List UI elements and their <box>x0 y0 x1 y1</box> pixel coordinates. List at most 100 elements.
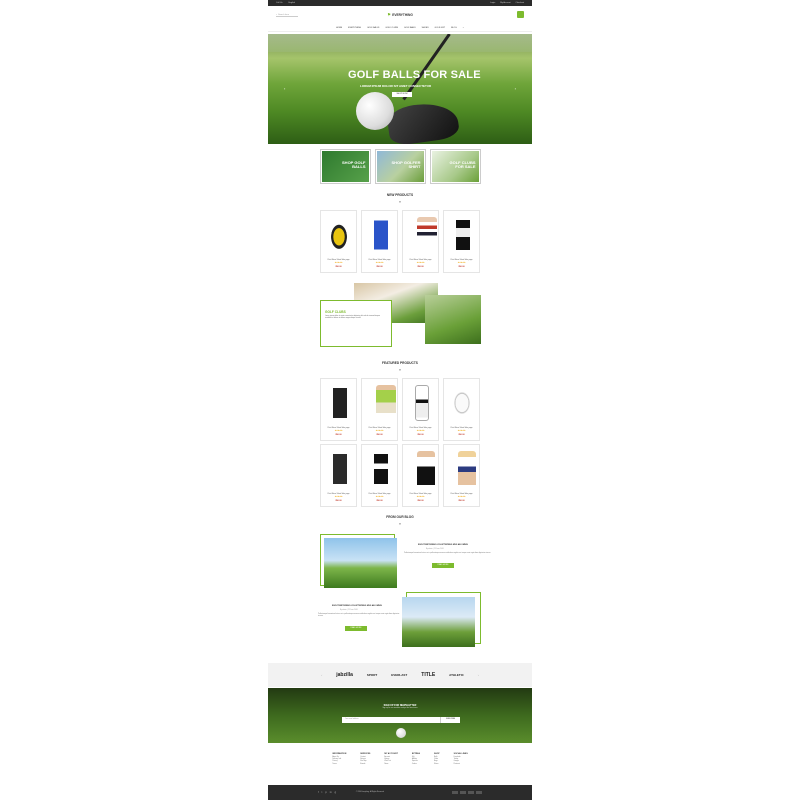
product-card[interactable]: Print Mens Short Sale yoga ★★★★★ $90.00 <box>443 444 480 507</box>
nav-item-blog[interactable]: BLOG <box>451 27 457 29</box>
blog-post-title[interactable]: EIUS TEMPORIBUS VOLUPTATIBUS MUS AB OMNI… <box>418 544 468 546</box>
banner-golfer-shirt[interactable]: SHOP GOLFER SHIRT <box>374 149 426 184</box>
nav-item-golf-balls[interactable]: GOLF BALLS <box>367 27 379 29</box>
footer-link[interactable]: News <box>384 764 397 765</box>
nav-item-home[interactable]: HOME <box>336 27 342 29</box>
banner-golf-balls[interactable]: SHOP GOLF BALLS <box>319 149 371 184</box>
language-selector[interactable]: English <box>288 2 295 4</box>
product-card[interactable]: Print Mens Short Sale yoga ★★★★★ $90.00 <box>320 210 357 273</box>
my-account-link[interactable]: My Account <box>500 2 510 4</box>
featured-products-row-2: Print Mens Short Sale yoga ★★★★★ $90.00 Pr… <box>268 444 532 507</box>
google-plus-icon[interactable]: g <box>335 791 336 794</box>
brand-logo[interactable]: EVERLAST <box>391 673 407 677</box>
product-card[interactable]: Print Mens Short Sale yoga ★★★★★ $90.00 <box>402 378 439 441</box>
logo[interactable]: ⚑ EVERYTHING <box>387 13 413 18</box>
slider-next-icon[interactable]: › <box>515 86 516 91</box>
footer-link[interactable]: Bags <box>434 761 440 762</box>
nav-item-golf-gift[interactable]: GOLF GIFT <box>435 27 446 29</box>
new-products-grid: Print Mens Short Sale yoga ★★★★★ $90.00 Pr… <box>268 210 532 273</box>
footer-link[interactable]: Account <box>384 757 397 758</box>
glove-image <box>325 217 352 253</box>
product-name[interactable]: Print Mens Short Sale yoga <box>321 493 356 495</box>
product-price: $90.00 <box>417 434 424 436</box>
brands-prev-icon[interactable]: ‹ <box>321 673 322 677</box>
footer-link[interactable]: Brands <box>360 764 370 765</box>
footer-column: SOCIAL LINKS Facebook Twitter Google Pintere… <box>454 753 468 785</box>
product-name[interactable]: Print Mens Short Sale yoga <box>321 259 356 261</box>
nav-item-golf-clubs[interactable]: GOLF CLUBS <box>385 27 398 29</box>
read-more-button[interactable]: READ MORE <box>345 626 367 631</box>
footer-column: SHOP Balls Clubs Bags Shoes <box>434 753 440 785</box>
product-card[interactable]: Print Mens Short Sale yoga ★★★★★ $90.00 <box>361 444 398 507</box>
blog-photo[interactable] <box>402 592 481 647</box>
product-name[interactable]: Print Mens Short Sale yoga <box>403 493 438 495</box>
logo-text: EVERYTHING <box>392 13 413 17</box>
product-name[interactable]: Print Mens Short Sale yoga <box>444 427 479 429</box>
footer-link[interactable]: Wish List <box>384 761 397 762</box>
product-name[interactable]: Print Mens Short Sale yoga <box>403 259 438 261</box>
brand-logo[interactable]: SPORT <box>367 673 377 677</box>
product-card[interactable]: Print Mens Short Sale yoga ★★★★★ $90.00 <box>361 210 398 273</box>
brand-logo[interactable]: ATHLETIC <box>449 673 464 677</box>
footer-link[interactable]: Privacy <box>332 761 346 762</box>
footer-heading: INFORMATION <box>332 753 347 755</box>
product-card[interactable]: Print Mens Short Sale yoga ★★★★★ $90.00 <box>320 378 357 441</box>
banner-golf-clubs[interactable]: GOLF CLUBS FOR SALE <box>429 149 481 184</box>
search-box[interactable]: ⌕ Search here <box>276 13 298 17</box>
footer-link[interactable]: Shoes <box>434 764 440 765</box>
nav-search-icon[interactable]: ⌕ <box>463 27 464 29</box>
linkedin-icon[interactable]: in <box>330 791 332 794</box>
paypal-icon <box>468 791 474 794</box>
newsletter-email-input[interactable]: Your email address <box>342 717 440 723</box>
product-card[interactable]: Print Mens Short Sale yoga ★★★★★ $90.00 <box>402 210 439 273</box>
footer-link[interactable]: Contact <box>360 757 370 758</box>
product-name[interactable]: Print Mens Short Sale yoga <box>362 259 397 261</box>
footer-link[interactable]: Terms <box>332 764 346 765</box>
read-more-button[interactable]: READ MORE <box>432 563 454 568</box>
login-link[interactable]: Login <box>490 2 495 4</box>
golf-bag-image <box>374 451 388 487</box>
brand-logo[interactable]: jabzilla <box>336 672 353 678</box>
pinterest-icon[interactable]: p <box>325 791 326 794</box>
blog-post-title[interactable]: EIUS TEMPORIBUS VOLUPTATIBUS MUS AB OMNI… <box>332 605 382 607</box>
footer-link[interactable]: About Us <box>332 757 346 758</box>
golf-bag-image <box>456 217 470 253</box>
brands-next-icon[interactable]: › <box>478 673 479 677</box>
blog-photo[interactable] <box>320 534 397 588</box>
product-name[interactable]: Print Mens Short Sale yoga <box>444 493 479 495</box>
footer-link[interactable]: Facebook <box>454 757 468 758</box>
footer-link[interactable]: Pinterest <box>454 764 468 765</box>
product-name[interactable]: Print Mens Short Sale yoga <box>403 427 438 429</box>
product-card[interactable]: Print Mens Short Sale yoga ★★★★★ $90.00 <box>443 378 480 441</box>
nav-item-shoes[interactable]: SHOES <box>422 27 429 29</box>
call-us-link[interactable]: Call Us <box>276 2 282 4</box>
footer-link[interactable]: Specials <box>412 761 420 762</box>
product-name[interactable]: Print Mens Short Sale yoga <box>321 427 356 429</box>
product-card[interactable]: Print Mens Short Sale yoga ★★★★★ $90.00 <box>361 378 398 441</box>
cart-icon[interactable] <box>517 11 524 18</box>
footer-link[interactable]: Site Map <box>360 761 370 762</box>
checkout-link[interactable]: Checkout <box>516 2 524 4</box>
product-name[interactable]: Print Mens Short Sale yoga <box>444 259 479 261</box>
twitter-icon[interactable]: t <box>322 791 323 794</box>
product-name[interactable]: Print Mens Short Sale yoga <box>362 427 397 429</box>
product-card[interactable]: Print Mens Short Sale yoga ★★★★★ $90.00 <box>443 210 480 273</box>
nav-item-everything[interactable]: EVERYTHING <box>348 27 361 29</box>
product-card[interactable]: Print Mens Short Sale yoga ★★★★★ $90.00 <box>320 444 357 507</box>
slider-prev-icon[interactable]: ‹ <box>284 86 285 91</box>
nav-item-golf-bags[interactable]: GOLF BAGS <box>404 27 416 29</box>
footer-link[interactable]: Balls <box>434 757 440 758</box>
hero-shop-button[interactable]: SHOP NOW <box>392 92 412 97</box>
facebook-icon[interactable]: f <box>318 791 319 794</box>
brand-logo[interactable]: TITLE <box>421 672 435 678</box>
product-name[interactable]: Print Mens Short Sale yoga <box>362 493 397 495</box>
footer-link[interactable]: Orders <box>412 764 420 765</box>
rating-stars: ★★★★★ <box>457 496 466 498</box>
page: Call Us English Login My Account Checkou… <box>268 0 532 800</box>
featured-products-row-1: Print Mens Short Sale yoga ★★★★★ $90.00 Pr… <box>268 378 532 441</box>
footer-link[interactable]: Gift <box>412 757 420 758</box>
product-card[interactable]: Print Mens Short Sale yoga ★★★★★ $90.00 <box>402 444 439 507</box>
footer-column: MY ACCOUNT Account History Wish List News <box>384 753 397 785</box>
footer-link[interactable]: Google <box>454 761 468 762</box>
subscribe-button[interactable]: SUBSCRIBE <box>440 717 460 723</box>
